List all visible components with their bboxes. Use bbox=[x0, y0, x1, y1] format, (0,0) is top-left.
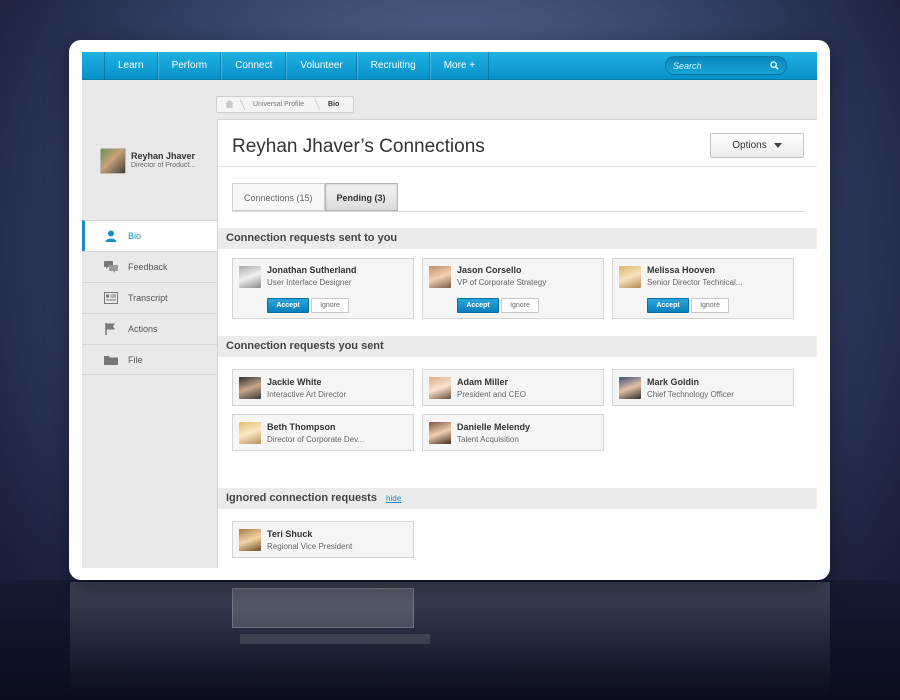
person-title: Interactive Art Director bbox=[267, 390, 347, 399]
person-title: Regional Vice President bbox=[267, 542, 353, 551]
reflection-card bbox=[232, 588, 414, 628]
breadcrumb-bio: Bio bbox=[327, 101, 340, 108]
sidebar-item-label: File bbox=[128, 354, 143, 365]
person-title: Talent Acquisition bbox=[457, 435, 519, 444]
sent-card: Danielle Melendy Talent Acquisition bbox=[422, 414, 604, 451]
tab-bar: Connections (15) Pending (3) bbox=[232, 183, 398, 211]
breadcrumb-home[interactable] bbox=[217, 97, 243, 112]
person-title: Senior Director Technical... bbox=[647, 278, 743, 287]
person-name[interactable]: Melissa Hooven bbox=[647, 265, 715, 275]
divider bbox=[232, 211, 805, 212]
person-title: User Interface Designer bbox=[267, 278, 352, 287]
avatar bbox=[100, 148, 126, 174]
avatar bbox=[619, 377, 641, 399]
nav-more[interactable]: More + bbox=[429, 52, 490, 80]
nav-learn[interactable]: Learn bbox=[104, 52, 158, 80]
sidebar-item-actions[interactable]: Actions bbox=[82, 313, 217, 344]
search-icon[interactable] bbox=[770, 61, 779, 70]
avatar bbox=[429, 266, 451, 288]
avatar bbox=[429, 422, 451, 444]
accept-button[interactable]: Accept bbox=[457, 298, 499, 313]
breadcrumb-universal-profile[interactable]: Universal Profile bbox=[243, 97, 318, 112]
accept-button[interactable]: Accept bbox=[647, 298, 689, 313]
search-input[interactable] bbox=[673, 60, 763, 71]
sidebar-item-label: Transcript bbox=[128, 293, 168, 303]
person-name[interactable]: Jonathan Sutherland bbox=[267, 265, 357, 275]
top-nav: Learn Perform Connect Volunteer Recruiti… bbox=[82, 52, 817, 80]
profile-summary: Reyhan Jhaver Director of Product... bbox=[100, 148, 195, 174]
person-name[interactable]: Beth Thompson bbox=[267, 422, 336, 432]
avatar bbox=[239, 266, 261, 288]
accept-button[interactable]: Accept bbox=[267, 298, 309, 313]
app-window: Learn Perform Connect Volunteer Recruiti… bbox=[82, 52, 817, 568]
tab-pending[interactable]: Pending (3) bbox=[324, 183, 398, 211]
sidebar-item-feedback[interactable]: Feedback bbox=[82, 251, 217, 282]
section-heading-ignored: Ignored connection requests hide bbox=[218, 488, 817, 509]
device-frame: Learn Perform Connect Volunteer Recruiti… bbox=[69, 40, 830, 580]
avatar bbox=[239, 377, 261, 399]
page-title: Reyhan Jhaver’s Connections bbox=[232, 136, 485, 157]
person-name[interactable]: Adam Miller bbox=[457, 377, 508, 387]
speech-bubbles-icon bbox=[104, 261, 118, 273]
sidebar-item-label: Feedback bbox=[128, 262, 168, 272]
profile-name: Reyhan Jhaver bbox=[131, 151, 196, 161]
side-menu: Bio Feedback Transcript Actions File bbox=[82, 220, 217, 375]
section-heading-text: Ignored connection requests bbox=[226, 492, 377, 504]
person-name[interactable]: Jason Corsello bbox=[457, 265, 522, 275]
person-name[interactable]: Danielle Melendy bbox=[457, 422, 530, 432]
search-box bbox=[665, 56, 787, 75]
request-card: Jonathan Sutherland User Interface Desig… bbox=[232, 258, 414, 319]
section-heading-sent: Connection requests you sent bbox=[218, 336, 817, 357]
tab-connections[interactable]: Connections (15) bbox=[232, 183, 325, 211]
avatar bbox=[239, 422, 261, 444]
person-title: President and CEO bbox=[457, 390, 526, 399]
avatar bbox=[619, 266, 641, 288]
sent-card: Jackie White Interactive Art Director bbox=[232, 369, 414, 406]
sidebar-item-label: Bio bbox=[128, 231, 142, 241]
person-name[interactable]: Teri Shuck bbox=[267, 529, 312, 539]
avatar bbox=[429, 377, 451, 399]
options-label: Options bbox=[732, 140, 767, 151]
main-panel: Reyhan Jhaver’s Connections Options Conn… bbox=[217, 119, 817, 568]
nav-connect[interactable]: Connect bbox=[221, 52, 287, 80]
person-title: Director of Corporate Dev... bbox=[267, 435, 365, 444]
sidebar-item-file[interactable]: File bbox=[82, 344, 217, 375]
nav-volunteer[interactable]: Volunteer bbox=[286, 52, 357, 80]
request-card: Jason Corsello VP of Corporate Strategy … bbox=[422, 258, 604, 319]
avatar bbox=[239, 529, 261, 551]
hide-link[interactable]: hide bbox=[386, 494, 401, 503]
profile-title: Director of Product... bbox=[131, 162, 196, 169]
person-icon bbox=[105, 230, 117, 242]
sidebar-item-transcript[interactable]: Transcript bbox=[82, 282, 217, 313]
sidebar-item-label: Actions bbox=[128, 324, 158, 334]
sent-card: Mark Goldin Chief Technology Officer bbox=[612, 369, 794, 406]
screen-reflection bbox=[70, 582, 830, 700]
ignore-button[interactable]: Ignore bbox=[691, 298, 729, 313]
person-title: VP of Corporate Strategy bbox=[457, 278, 547, 287]
flag-icon bbox=[105, 323, 115, 335]
request-card: Melissa Hooven Senior Director Technical… bbox=[612, 258, 794, 319]
ignore-button[interactable]: Ignore bbox=[501, 298, 539, 313]
folder-icon bbox=[104, 355, 118, 365]
sidebar: Reyhan Jhaver Director of Product... Bio bbox=[82, 134, 217, 568]
nav-recruiting[interactable]: Recruiting bbox=[356, 52, 430, 80]
person-name[interactable]: Mark Goldin bbox=[647, 377, 699, 387]
divider bbox=[218, 166, 817, 167]
options-button[interactable]: Options bbox=[710, 133, 804, 158]
caret-down-icon bbox=[773, 143, 782, 148]
sent-card: Adam Miller President and CEO bbox=[422, 369, 604, 406]
reflection-text bbox=[240, 634, 430, 644]
sent-card: Beth Thompson Director of Corporate Dev.… bbox=[232, 414, 414, 451]
section-heading-received: Connection requests sent to you bbox=[218, 228, 817, 249]
transcript-icon bbox=[104, 292, 118, 304]
sidebar-item-bio[interactable]: Bio bbox=[82, 220, 217, 251]
breadcrumb: Universal Profile Bio bbox=[216, 96, 355, 113]
home-icon bbox=[225, 100, 234, 108]
ignore-button[interactable]: Ignore bbox=[311, 298, 349, 313]
nav-perform[interactable]: Perform bbox=[157, 52, 222, 80]
person-title: Chief Technology Officer bbox=[647, 390, 734, 399]
person-name[interactable]: Jackie White bbox=[267, 377, 322, 387]
ignored-card: Teri Shuck Regional Vice President bbox=[232, 521, 414, 558]
